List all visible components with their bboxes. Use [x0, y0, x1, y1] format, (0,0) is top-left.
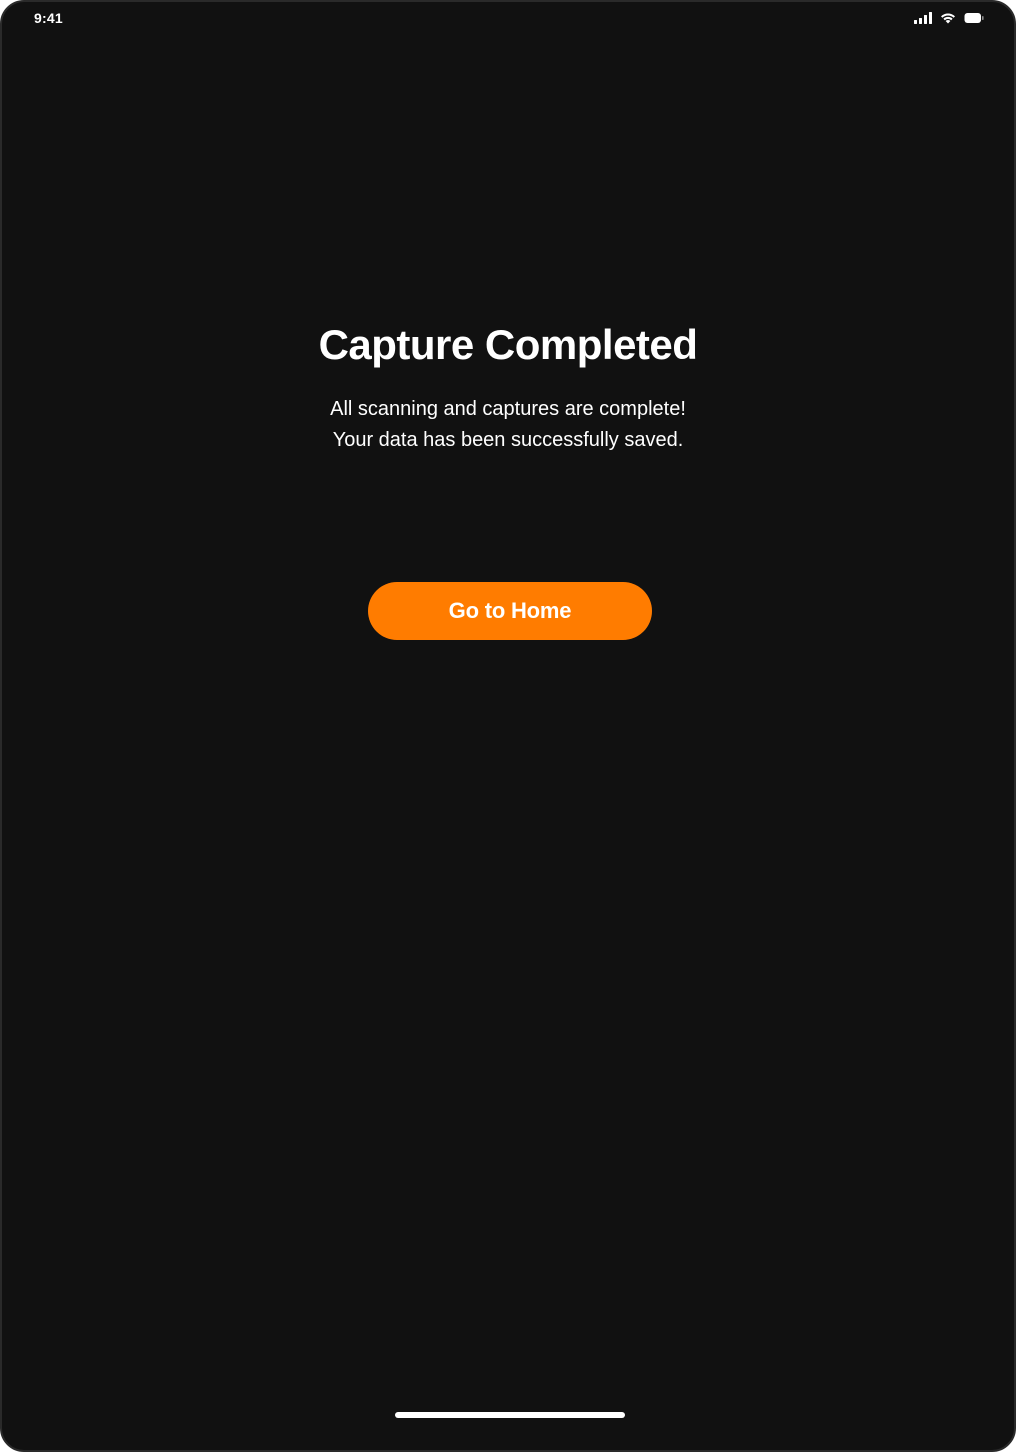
status-bar: 9:41 [2, 2, 1014, 36]
page-title: Capture Completed [318, 321, 698, 368]
battery-icon [964, 12, 984, 24]
status-icons [914, 11, 984, 25]
status-time: 9:41 [34, 10, 63, 26]
home-indicator[interactable] [395, 1412, 625, 1418]
message-line: Your data has been successfully saved. [332, 429, 684, 451]
cellular-signal-icon [914, 12, 932, 24]
device-screen: 9:41 Capture Completed All scanning and … [0, 0, 1016, 1452]
completion-message: All scanning and captures are complete! … [2, 394, 1014, 456]
message-line: All scanning and captures are complete! [330, 398, 686, 420]
completion-content: Capture Completed All scanning and captu… [2, 320, 1014, 456]
wifi-icon [940, 12, 956, 24]
go-to-home-button[interactable]: Go to Home [368, 582, 652, 640]
